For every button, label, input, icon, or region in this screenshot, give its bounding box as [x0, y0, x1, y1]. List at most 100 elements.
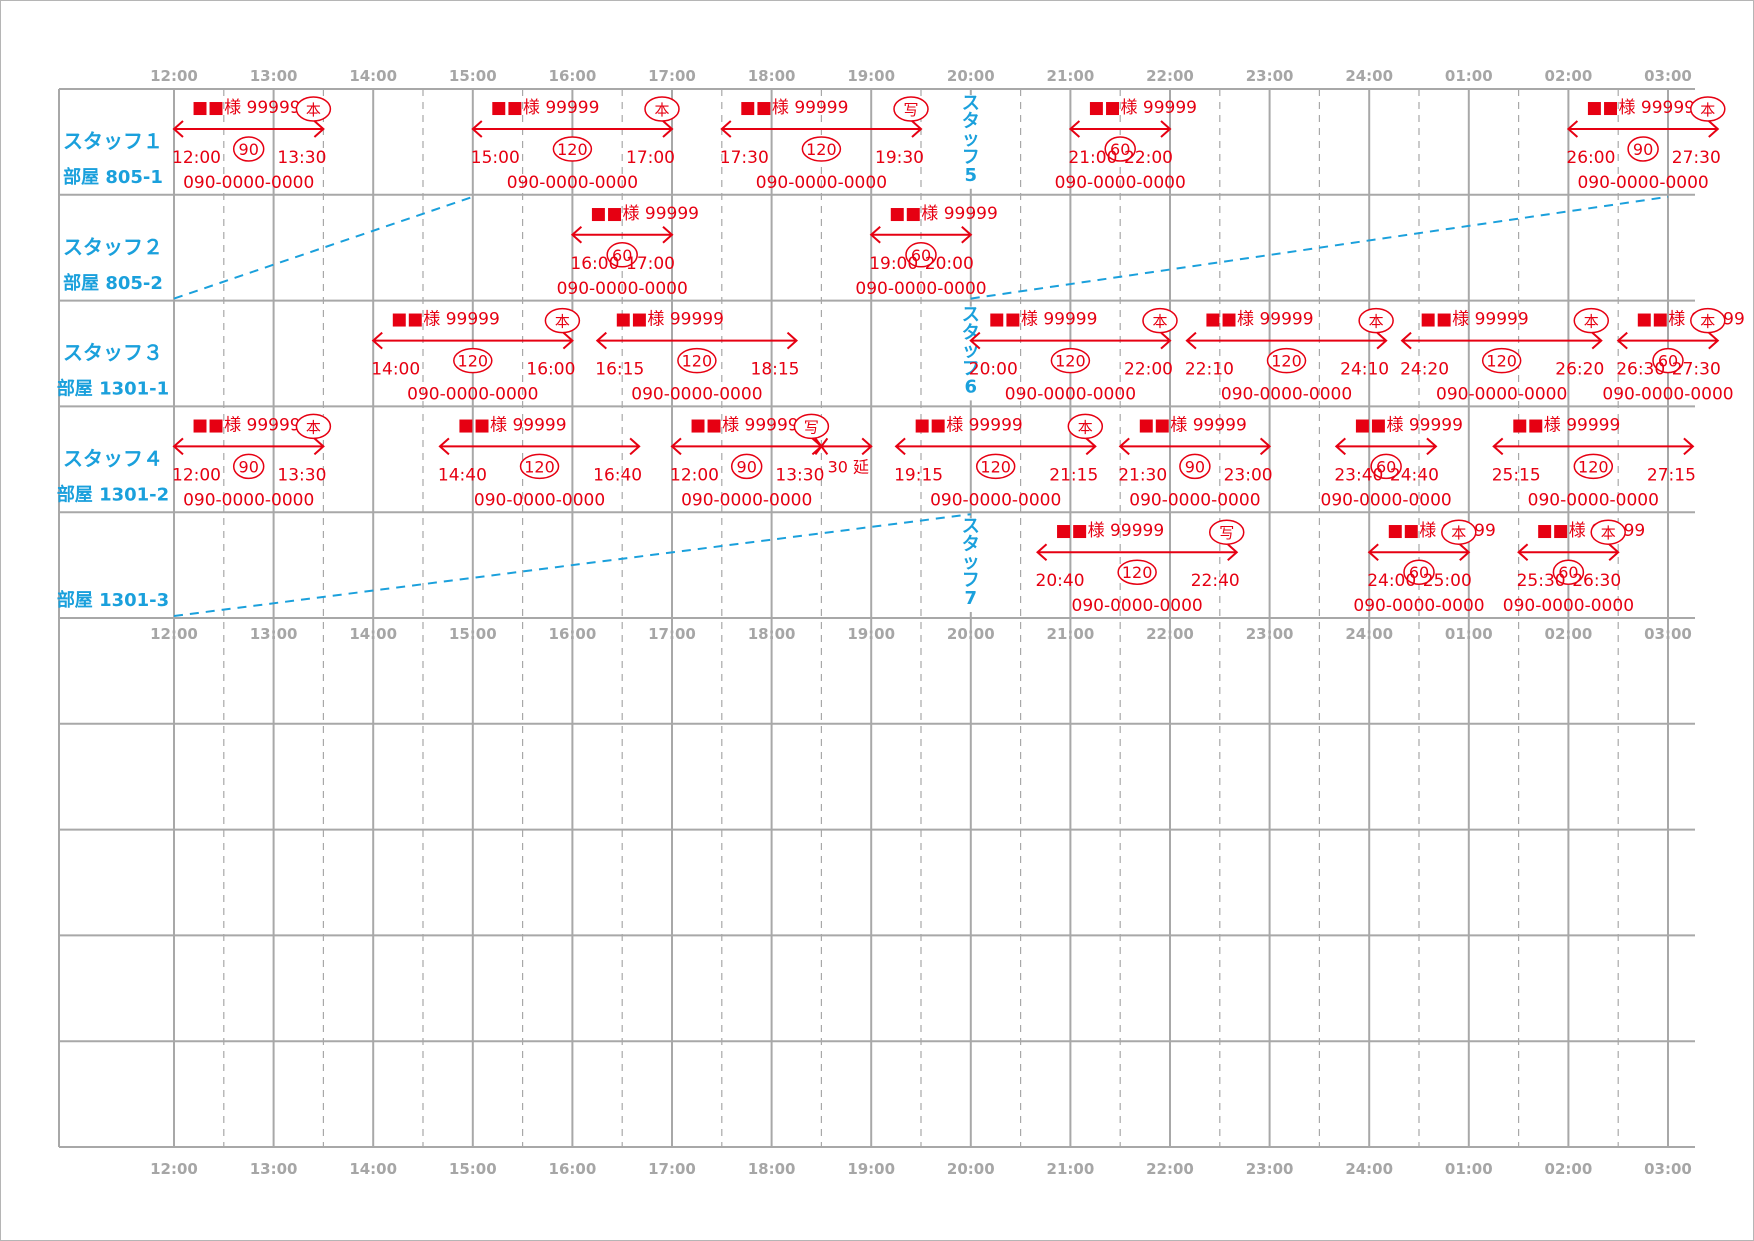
- time-label: 22:00: [1146, 67, 1194, 85]
- time-label: 03:00: [1644, 1160, 1692, 1178]
- booking-name: ■■様 99999: [391, 310, 500, 330]
- duration-label: 120: [1271, 352, 1302, 371]
- booking-entry: ■■様 99999 本 90 12:00 13:30 090-0000-0000: [172, 96, 332, 193]
- booking-name: ■■様 99999: [192, 98, 301, 118]
- booking-phone: 090-0000-0000: [183, 490, 314, 510]
- time-label: 18:00: [748, 1160, 796, 1178]
- time-label: 12:00: [150, 1160, 198, 1178]
- duration-label: 120: [1055, 352, 1086, 371]
- booking-name: ■■様 99999: [1420, 310, 1529, 330]
- booking-entry: ■■様 99999 本 90 26:00 27:30 090-0000-0000: [1566, 96, 1726, 193]
- badge-label: 本: [1451, 524, 1466, 542]
- booking-start-time: 12:00: [670, 465, 719, 485]
- booking-name: ■■様 99999: [1354, 415, 1463, 435]
- duration-label: 120: [1122, 563, 1153, 582]
- badge-label: 本: [306, 101, 321, 119]
- time-label: 16:00: [549, 67, 597, 85]
- badge-label: 本: [1700, 313, 1715, 331]
- time-label: 03:00: [1644, 625, 1692, 643]
- booking-start-time: 22:10: [1185, 360, 1234, 380]
- staff-name: スタッフ２: [63, 235, 163, 259]
- badge-label: 本: [1369, 313, 1384, 331]
- booking-phone: 090-0000-0000: [855, 279, 986, 299]
- booking-entry: ■■様 99999 写 120 20:40 22:40 090-0000-0000: [1036, 519, 1245, 616]
- time-label: 16:00: [549, 625, 597, 643]
- time-label: 12:00: [150, 625, 198, 643]
- badge-label: 写: [903, 101, 918, 119]
- duration-label: 90: [1633, 140, 1653, 159]
- booking-start-time: 21:00: [1068, 148, 1117, 168]
- duration-label: 90: [737, 457, 757, 476]
- booking-entry: ■■様 99999 120 14:40 16:40 090-0000-0000: [438, 415, 642, 510]
- booking-start-time: 24:20: [1400, 360, 1449, 380]
- time-label: 18:00: [748, 625, 796, 643]
- booking-start-time: 20:40: [1036, 571, 1085, 591]
- booking-phone: 090-0000-0000: [1503, 596, 1634, 616]
- room-name: 部屋 1301-2: [57, 483, 169, 505]
- badge-label: 本: [654, 101, 669, 119]
- time-label: 14:00: [349, 1160, 397, 1178]
- booking-phone: 090-0000-0000: [1353, 596, 1484, 616]
- time-label: 21:00: [1047, 67, 1095, 85]
- badge-label: 本: [1700, 101, 1715, 119]
- booking-end-time: 16:40: [593, 465, 642, 485]
- booking-start-time: 26:30: [1616, 360, 1665, 380]
- badge-label: 本: [1601, 524, 1616, 542]
- time-label: 12:00: [150, 67, 198, 85]
- booking-start-time: 20:00: [969, 360, 1018, 380]
- badge-label: 本: [555, 313, 570, 331]
- booking-start-time: 19:15: [894, 465, 943, 485]
- time-label: 15:00: [449, 1160, 497, 1178]
- badge-label: 写: [804, 418, 819, 436]
- time-label: 13:00: [250, 1160, 298, 1178]
- booking-entry: ■■様 999996019:00 20:00090-0000-0000: [855, 204, 997, 299]
- booking-name: ■■様 99999: [1088, 98, 1197, 118]
- booking-name: ■■様 99999: [1512, 415, 1621, 435]
- booking-end-time: 13:30: [775, 465, 824, 485]
- booking-end-time: 20:00: [925, 254, 974, 274]
- grid-layer: [58, 88, 1695, 1148]
- booking-name: ■■様 99999: [590, 204, 699, 224]
- booking-entry: ■■様 99999本6026:3027:30090-0000-0000: [1602, 307, 1745, 405]
- time-label: 19:00: [847, 1160, 895, 1178]
- booking-end-time: 22:40: [1191, 571, 1240, 591]
- booking-start-time: 14:00: [371, 360, 420, 380]
- room-name: 部屋 805-1: [63, 166, 163, 188]
- booking-entry: ■■様 99999 120 25:15 27:15 090-0000-0000: [1492, 415, 1696, 510]
- duration-label: 120: [682, 352, 713, 371]
- booking-entry: ■■様 999996023:40 24:40090-0000-0000: [1321, 415, 1463, 510]
- schedule-chart: 12:00 13:00 14:00 15:00 16:00 17:00 18:00 19:00…: [57, 67, 1745, 1178]
- time-label: 13:00: [250, 67, 298, 85]
- time-label: 24:00: [1345, 1160, 1393, 1178]
- time-label: 01:00: [1445, 67, 1493, 85]
- duration-label: 120: [1578, 457, 1609, 476]
- booking-start-time: 25:15: [1492, 465, 1541, 485]
- duration-label: 120: [980, 457, 1011, 476]
- staff-name: スタッフ３: [63, 341, 163, 365]
- badge-label: 本: [1078, 418, 1093, 436]
- booking-phone: 090-0000-0000: [474, 490, 605, 510]
- time-label: 20:00: [947, 67, 995, 85]
- vertical-staff-char: 7: [965, 588, 978, 609]
- booking-end-time: 18:15: [751, 360, 800, 380]
- booking-entry: ■■様 99999 本 120 22:10 24:10 090-0000-0000: [1185, 307, 1394, 405]
- booking-start-time: 25:30: [1517, 571, 1566, 591]
- booking-start-time: 21:30: [1118, 465, 1167, 485]
- booking-phone: 090-0000-0000: [1221, 385, 1352, 405]
- duration-label: 90: [239, 140, 259, 159]
- booking-start-time: 12:00: [172, 465, 221, 485]
- time-label: 24:00: [1345, 625, 1393, 643]
- booking-end-time: 17:00: [626, 254, 675, 274]
- time-label: 18:00: [748, 67, 796, 85]
- booking-phone: 090-0000-0000: [1528, 490, 1659, 510]
- time-label: 22:00: [1146, 1160, 1194, 1178]
- booking-end-time: 24:10: [1340, 360, 1389, 380]
- booking-entry: ■■様 99999 本 120 24:20 26:20 090-0000-0000: [1400, 307, 1610, 405]
- booking-end-time: 19:30: [875, 148, 924, 168]
- time-label: 02:00: [1545, 625, 1593, 643]
- time-label: 01:00: [1445, 625, 1493, 643]
- time-label: 22:00: [1146, 625, 1194, 643]
- booking-end-time: 13:30: [277, 148, 326, 168]
- booking-name: ■■様 99999: [1586, 98, 1695, 118]
- booking-start-time: 19:00: [869, 254, 918, 274]
